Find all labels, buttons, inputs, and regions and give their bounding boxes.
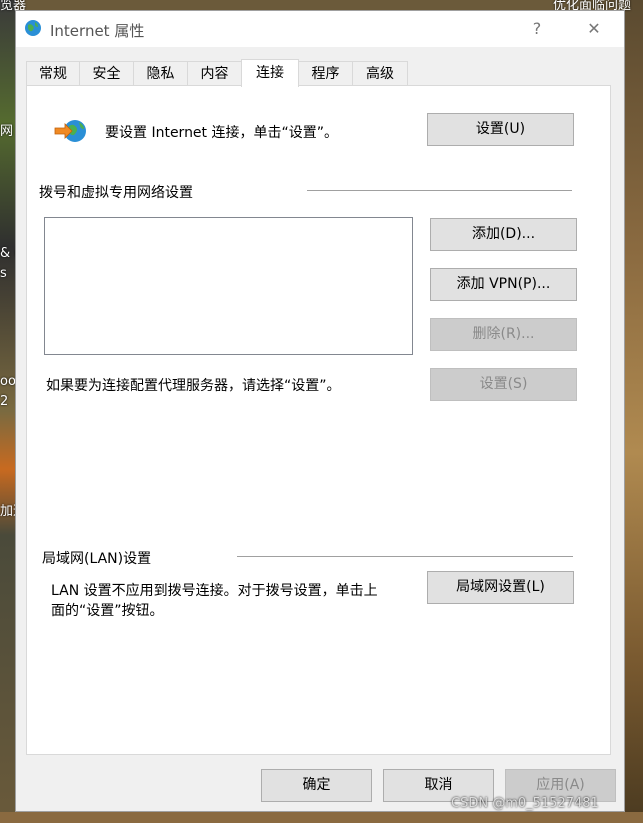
desktop-icon-label: 网 <box>0 124 14 139</box>
window-title: Internet 属性 <box>50 22 145 40</box>
tab-general[interactable]: 常规 <box>26 61 80 85</box>
ok-button[interactable]: 确定 <box>261 769 372 802</box>
remove-connection-button[interactable]: 删除(R)... <box>430 318 577 351</box>
lan-description-line2: 面的“设置”按钮。 <box>51 603 164 619</box>
lan-section-heading: 局域网(LAN)设置 <box>42 551 152 567</box>
desktop-icon-label: s <box>0 266 7 281</box>
tab-connections[interactable]: 连接 <box>241 59 299 87</box>
setup-instruction-text: 要设置 Internet 连接，单击“设置”。 <box>105 125 338 141</box>
internet-properties-dialog: Internet 属性 ? ✕ 常规 安全 隐私 内容 连接 程序 高级 要设置… <box>15 10 625 812</box>
section-divider <box>307 190 572 191</box>
add-vpn-button[interactable]: 添加 VPN(P)... <box>430 268 577 301</box>
setup-button[interactable]: 设置(U) <box>427 113 574 146</box>
tab-advanced[interactable]: 高级 <box>352 61 408 85</box>
lan-settings-button[interactable]: 局域网设置(L) <box>427 571 574 604</box>
tab-content[interactable]: 内容 <box>187 61 242 85</box>
internet-setup-icon <box>54 120 86 142</box>
lan-description-line1: LAN 设置不应用到拨号连接。对于拨号设置，单击上 <box>51 583 378 599</box>
desktop-icon-label: 2 <box>0 394 9 409</box>
connections-listbox[interactable] <box>44 217 413 355</box>
dialup-section-heading: 拨号和虚拟专用网络设置 <box>39 185 193 201</box>
tab-privacy[interactable]: 隐私 <box>133 61 188 85</box>
add-connection-button[interactable]: 添加(D)... <box>430 218 577 251</box>
connections-panel: 要设置 Internet 连接，单击“设置”。 设置(U) 拨号和虚拟专用网络设… <box>26 85 611 755</box>
watermark-text: CSDN @m0_51527481 <box>451 796 599 811</box>
tab-programs[interactable]: 程序 <box>298 61 353 85</box>
desktop-background-bottom <box>0 812 643 823</box>
help-button[interactable]: ? <box>522 17 552 41</box>
internet-globe-icon <box>25 20 41 36</box>
section-divider <box>237 556 573 557</box>
proxy-instruction-text: 如果要为连接配置代理服务器，请选择“设置”。 <box>46 378 341 394</box>
desktop-background-right <box>625 0 643 823</box>
close-button[interactable]: ✕ <box>579 17 609 41</box>
title-bar[interactable]: Internet 属性 ? ✕ <box>16 11 624 47</box>
tab-security[interactable]: 安全 <box>79 61 134 85</box>
connection-settings-button[interactable]: 设置(S) <box>430 368 577 401</box>
